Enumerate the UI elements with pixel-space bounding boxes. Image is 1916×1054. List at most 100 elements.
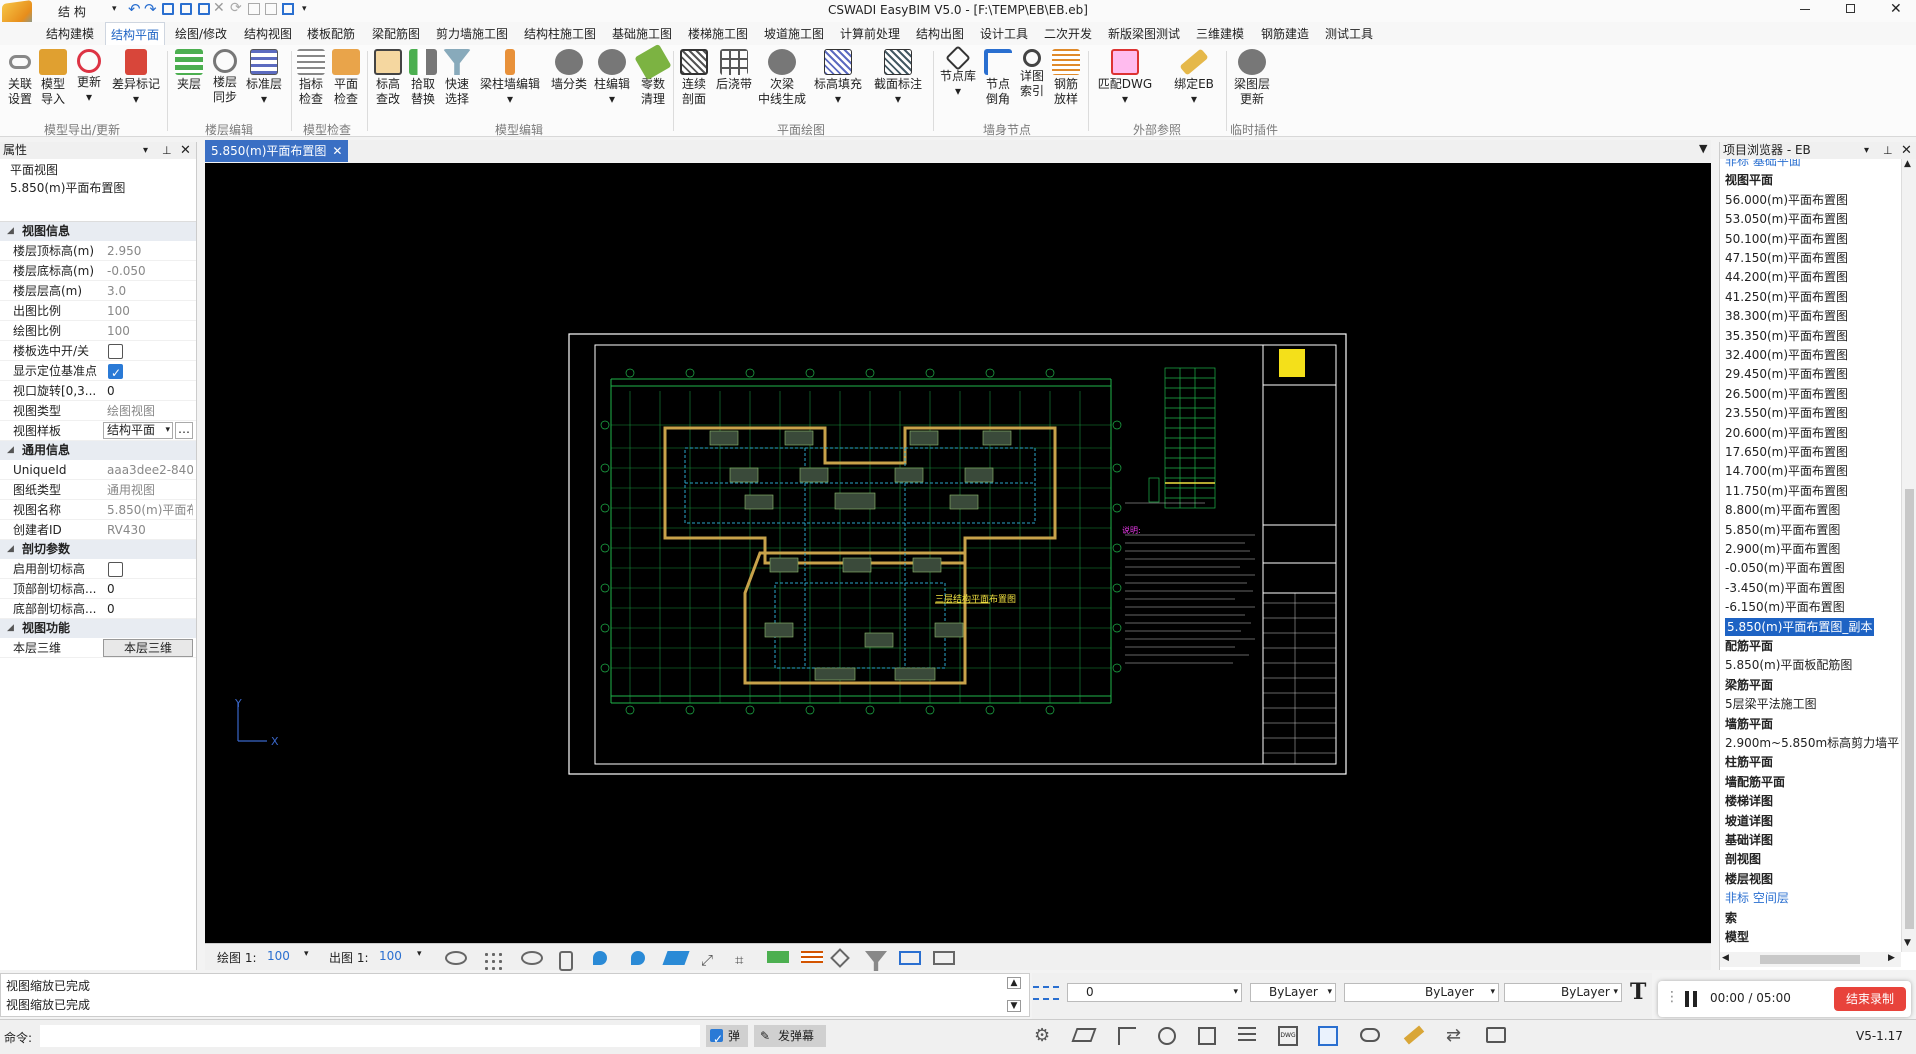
swap-icon[interactable]: ⇄ bbox=[1446, 1025, 1461, 1046]
pin-icon[interactable]: ⊥ bbox=[162, 142, 172, 159]
tab-jiegouzhu[interactable]: 结构柱施工图 bbox=[524, 25, 596, 42]
eye-icon[interactable] bbox=[521, 951, 543, 965]
browser-item[interactable]: 17.650(m)平面布置图 bbox=[1725, 443, 1848, 461]
diff-mark-button[interactable]: 差异标记 ▾ bbox=[110, 49, 162, 107]
prop-row[interactable]: 视图类型 绘图视图 bbox=[0, 401, 196, 421]
surface-icon[interactable] bbox=[662, 951, 690, 965]
browser-item[interactable]: -3.450(m)平面布置图 bbox=[1725, 579, 1845, 597]
browser-item[interactable]: 53.050(m)平面布置图 bbox=[1725, 210, 1848, 228]
post-pour-strip-button[interactable]: 后浇带 bbox=[714, 49, 754, 92]
beam-column-wall-edit-button[interactable]: 梁柱墙编辑 ▾ bbox=[479, 49, 541, 107]
prop-row[interactable]: 创建者ID RV430 bbox=[0, 520, 196, 540]
section-view-functions[interactable]: 视图功能 bbox=[0, 619, 196, 638]
section-general-info[interactable]: 通用信息 bbox=[0, 441, 196, 460]
prop-row[interactable]: 视图名称 5.850(m)平面布 bbox=[0, 500, 196, 520]
tab-ceshi[interactable]: 测试工具 bbox=[1325, 25, 1373, 42]
crop-icon[interactable]: ⌗ bbox=[735, 951, 757, 971]
standard-floor-button[interactable]: 标准层 ▾ bbox=[244, 49, 284, 107]
tab-gangjin[interactable]: 钢筋建造 bbox=[1261, 25, 1309, 42]
floor-sync-button[interactable]: 楼层 同步 bbox=[210, 49, 240, 105]
dwg-export-icon[interactable] bbox=[767, 951, 789, 963]
browser-item[interactable]: 模型 bbox=[1725, 928, 1749, 946]
floor-3d-button[interactable]: 本层三维 bbox=[103, 639, 193, 657]
browser-item[interactable]: 5.850(m)平面板配筋图 bbox=[1725, 656, 1852, 674]
browser-item[interactable]: -0.050(m)平面布置图 bbox=[1725, 559, 1845, 577]
tab-loubanpeijin[interactable]: 楼板配筋 bbox=[307, 25, 355, 42]
cube-icon[interactable] bbox=[830, 948, 850, 968]
pick-replace-button[interactable]: 拾取 替换 bbox=[408, 49, 438, 107]
tab-jichushigongtu[interactable]: 基础施工图 bbox=[612, 25, 672, 42]
browser-item[interactable]: 非标 空间层 bbox=[1725, 889, 1789, 907]
prop-row[interactable]: 楼层底标高(m) -0.050 bbox=[0, 261, 196, 281]
prop-row[interactable]: 绘图比例 100 bbox=[0, 321, 196, 341]
column-edit-button[interactable]: 柱编辑 ▾ bbox=[592, 49, 632, 107]
hscroll-thumb[interactable] bbox=[1760, 955, 1860, 964]
secondary-beam-button[interactable]: 次梁 中线生成 bbox=[756, 49, 808, 107]
pin-icon[interactable]: ⊥ bbox=[1883, 142, 1893, 159]
browser-item[interactable]: 梁筋平面 bbox=[1725, 676, 1773, 694]
browser-item[interactable]: 索 bbox=[1725, 909, 1737, 927]
prop-row[interactable]: UniqueId aaa3dee2-840 bbox=[0, 460, 196, 480]
settings-icon[interactable]: ⚙ bbox=[1034, 1025, 1050, 1046]
list-icon[interactable] bbox=[1238, 1027, 1256, 1045]
section-annotation-button[interactable]: 截面标注 ▾ bbox=[868, 49, 928, 107]
tab-list-icon[interactable]: ▼ bbox=[1699, 142, 1707, 155]
zero-clean-button[interactable]: 零数 清理 bbox=[634, 43, 672, 107]
match-dwg-button[interactable]: 匹配DWG ▾ bbox=[1094, 49, 1156, 107]
chain-icon[interactable] bbox=[1403, 1025, 1425, 1045]
browser-item[interactable]: 47.150(m)平面布置图 bbox=[1725, 249, 1848, 267]
doc-tab[interactable]: 5.850(m)平面布置图 ✕ bbox=[205, 140, 349, 162]
node-chamfer-button[interactable]: 节点 倒角 bbox=[983, 49, 1013, 107]
prop-row[interactable]: 底部剖切标高... 0 bbox=[0, 599, 196, 619]
close-tab-icon[interactable]: ✕ bbox=[332, 144, 342, 158]
browser-item[interactable]: 视图平面 bbox=[1725, 171, 1773, 189]
prop-row[interactable]: 视口旋转[0,3... 0 bbox=[0, 381, 196, 401]
quick-select-button[interactable]: 快速 选择 bbox=[442, 49, 472, 107]
view-template-more-button[interactable]: … bbox=[175, 422, 193, 439]
section-cut-params[interactable]: 剖切参数 bbox=[0, 540, 196, 559]
dwg-icon[interactable]: DWG bbox=[1278, 1026, 1298, 1046]
scroll-left-icon[interactable]: ◀ bbox=[1722, 953, 1729, 963]
browser-item[interactable]: 柱筋平面 bbox=[1725, 753, 1773, 771]
tab-jiegoushitu[interactable]: 结构视图 bbox=[244, 25, 292, 42]
browser-item[interactable]: 44.200(m)平面布置图 bbox=[1725, 268, 1848, 286]
browser-item[interactable]: 墙配筋平面 bbox=[1725, 773, 1785, 791]
browser-item[interactable]: 剖视图 bbox=[1725, 850, 1761, 868]
browser-item[interactable]: 38.300(m)平面布置图 bbox=[1725, 307, 1848, 325]
browser-item[interactable]: 14.700(m)平面布置图 bbox=[1725, 462, 1848, 480]
enable-cut-checkbox[interactable] bbox=[108, 562, 123, 577]
browser-item[interactable]: 29.450(m)平面布置图 bbox=[1725, 365, 1848, 383]
browser-item[interactable]: 5.850(m)平面布置图_副本 bbox=[1725, 617, 1875, 636]
browser-item[interactable]: 2.900m~5.850m标高剪力墙平法 bbox=[1725, 734, 1900, 752]
panel-menu-icon[interactable]: ▾ bbox=[1864, 142, 1869, 159]
detail-index-button[interactable]: 详图 索引 bbox=[1017, 49, 1047, 99]
pause-icon[interactable] bbox=[1685, 991, 1697, 1007]
drawing-canvas[interactable]: 说明: 三层结构平面布置图 Y X bbox=[205, 163, 1711, 943]
layers-icon[interactable] bbox=[1071, 1028, 1097, 1042]
index-check-button[interactable]: 指标 检查 bbox=[297, 49, 325, 107]
node-library-button[interactable]: 节点库 ▾ bbox=[939, 45, 977, 99]
draw-scale-value[interactable]: 100 bbox=[267, 949, 290, 963]
popup-toggle[interactable]: 弹 bbox=[706, 1025, 748, 1050]
minimize-icon[interactable] bbox=[1800, 9, 1810, 10]
browser-item[interactable]: 32.400(m)平面布置图 bbox=[1725, 346, 1848, 364]
browser-item[interactable]: 50.100(m)平面布置图 bbox=[1725, 230, 1848, 248]
out-scale-dropdown-icon[interactable]: ▾ bbox=[417, 949, 422, 959]
elevation-fill-button[interactable]: 标高填充 ▾ bbox=[812, 49, 864, 107]
section-view-info[interactable]: 视图信息 bbox=[0, 222, 196, 241]
link-settings-button[interactable]: 关联 设置 bbox=[5, 49, 35, 107]
layer-manager-icon[interactable] bbox=[1033, 986, 1059, 1000]
browser-item[interactable]: 墙筋平面 bbox=[1725, 715, 1773, 733]
browser-item[interactable]: 楼层视图 bbox=[1725, 870, 1773, 888]
continuous-section-button[interactable]: 连续 剖面 bbox=[679, 49, 709, 107]
wall-classify-button[interactable]: 墙分类 bbox=[549, 49, 589, 92]
browser-item[interactable]: 56.000(m)平面布置图 bbox=[1725, 191, 1848, 209]
plan-check-button[interactable]: 平面 检查 bbox=[332, 49, 360, 107]
tab-erci[interactable]: 二次开发 bbox=[1044, 25, 1092, 42]
tree-icon[interactable] bbox=[1118, 1027, 1136, 1045]
browser-item[interactable]: 5层梁平法施工图 bbox=[1725, 695, 1817, 713]
tab-xinban[interactable]: 新版梁图测试 bbox=[1108, 25, 1180, 42]
command-input[interactable] bbox=[40, 1025, 700, 1047]
browser-item[interactable]: 23.550(m)平面布置图 bbox=[1725, 404, 1848, 422]
scroll-right-icon[interactable]: ▶ bbox=[1888, 953, 1895, 963]
